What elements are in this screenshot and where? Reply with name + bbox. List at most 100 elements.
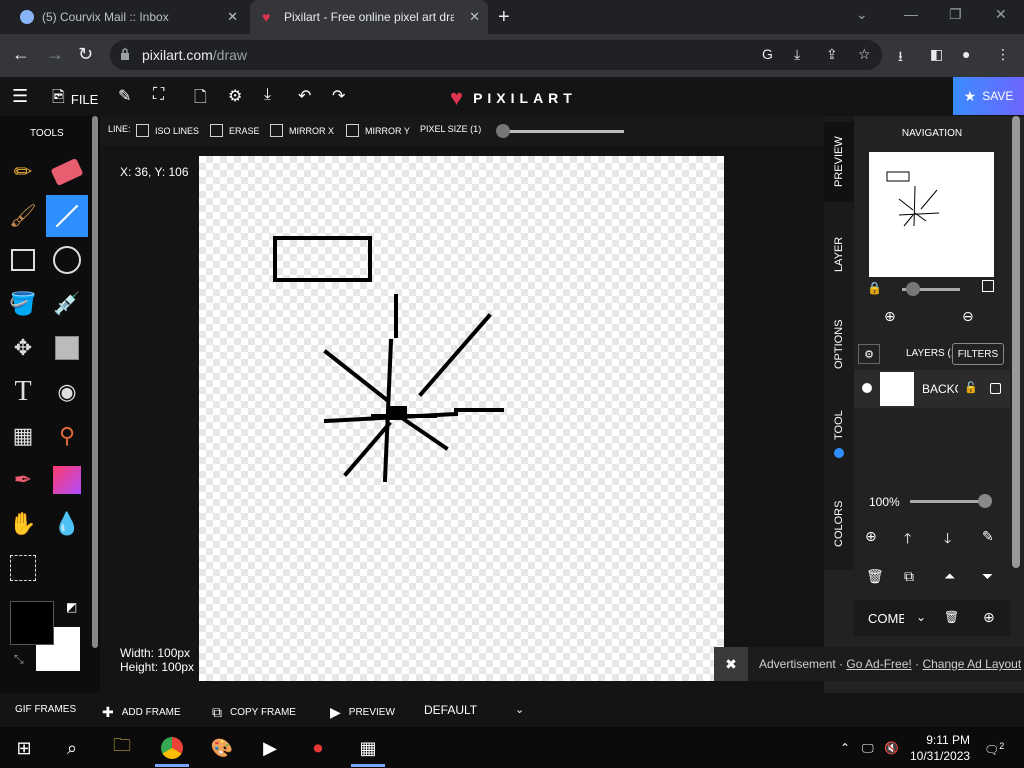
gradient-tool-icon[interactable]: [46, 459, 88, 501]
tray-chevron-up-icon[interactable]: ⌃: [840, 741, 850, 755]
side-panel-icon[interactable]: ◧: [930, 46, 943, 63]
record-icon[interactable]: ⏺: [304, 734, 332, 762]
new-document-icon[interactable]: 🗋: [194, 86, 207, 113]
pattern-tool-icon[interactable]: ▦: [2, 415, 44, 457]
move-tool-icon[interactable]: ✥: [2, 327, 44, 369]
tab-courvix-mail[interactable]: (5) Courvix Mail :: Inbox ✕: [8, 0, 246, 34]
layer-settings-gear-icon[interactable]: ⚙: [858, 344, 880, 364]
reload-icon[interactable]: ↻: [78, 44, 93, 65]
zoom-slider[interactable]: [902, 282, 960, 296]
brush-tool-icon[interactable]: 🖌: [2, 195, 44, 237]
navigation-preview[interactable]: [869, 152, 994, 277]
swap-colors-icon[interactable]: ⤡: [14, 652, 24, 667]
notifications-icon[interactable]: 🗨2: [984, 741, 1004, 757]
fill-bucket-tool-icon[interactable]: 🪣: [2, 283, 44, 325]
gif-frames-button[interactable]: GIF FRAMES: [15, 704, 76, 715]
preview-frames-button[interactable]: ▶ PREVIEW: [330, 704, 395, 721]
fit-screen-icon[interactable]: [982, 280, 994, 292]
install-app-icon[interactable]: ⤓: [794, 46, 800, 63]
close-ad-icon[interactable]: ✖: [714, 647, 748, 681]
hand-pan-tool-icon[interactable]: ✋: [2, 503, 44, 545]
circle-tool-icon[interactable]: [46, 239, 88, 281]
erase-option[interactable]: ERASE: [210, 124, 260, 137]
volume-muted-icon[interactable]: 🔇: [884, 741, 899, 755]
zoom-in-icon[interactable]: ⊕: [884, 308, 896, 325]
animation-speed-select[interactable]: DEFAULT: [424, 703, 477, 717]
grid-app-icon[interactable]: ▦: [354, 734, 382, 762]
download-icon[interactable]: ⤓: [264, 86, 271, 104]
taskbar-clock[interactable]: 9:11 PM 10/31/2023: [910, 732, 970, 764]
blur-drop-tool-icon[interactable]: 💧: [46, 503, 88, 545]
lock-navigation-icon[interactable]: 🔒: [867, 281, 882, 295]
bookmark-star-icon[interactable]: ☆: [858, 46, 871, 63]
eraser-tool-icon[interactable]: [46, 151, 88, 193]
add-frame-button[interactable]: ✚ ADD FRAME: [102, 704, 181, 721]
layer-name[interactable]: BACKGROUND: [922, 382, 958, 396]
settings-gear-icon[interactable]: ⚙: [228, 86, 242, 106]
back-arrow-icon[interactable]: ←: [12, 44, 30, 65]
tools-scrollbar[interactable]: [92, 116, 98, 648]
reset-colors-icon[interactable]: ◩: [66, 600, 77, 614]
redo-icon[interactable]: ↷: [332, 86, 345, 106]
search-icon[interactable]: ⌕: [58, 734, 86, 762]
drawing-canvas[interactable]: [199, 156, 724, 681]
tab-colors[interactable]: COLORS: [824, 484, 854, 564]
pixilart-logo[interactable]: ♥ PIXILART: [450, 85, 577, 111]
duplicate-layer-icon[interactable]: ⧉: [904, 568, 914, 585]
color-picker-tool-icon[interactable]: 💉: [46, 283, 88, 325]
delete-layer-icon[interactable]: 🗑: [866, 568, 884, 585]
primary-color-swatch[interactable]: [10, 601, 54, 645]
mirror-x-checkbox[interactable]: [270, 124, 283, 137]
downloads-icon[interactable]: ⭳: [898, 46, 903, 70]
mirror-x-option[interactable]: MIRROR X: [270, 124, 334, 137]
iso-lines-checkbox[interactable]: [136, 124, 149, 137]
pencil-tool-icon[interactable]: ✏: [2, 151, 44, 193]
google-icon[interactable]: G: [762, 46, 773, 62]
zoom-slider-knob[interactable]: [906, 282, 920, 296]
tab-options[interactable]: OPTIONS: [824, 304, 854, 384]
close-tab-icon[interactable]: ✕: [227, 9, 238, 25]
tab-search-chevron-icon[interactable]: ⌄: [856, 6, 868, 23]
chrome-icon[interactable]: [158, 734, 186, 762]
combine-delete-icon[interactable]: 🗑: [944, 610, 959, 624]
opacity-slider[interactable]: [910, 494, 992, 508]
close-tab-icon[interactable]: ✕: [469, 9, 480, 25]
add-layer-icon[interactable]: ⊕: [865, 528, 877, 545]
selection-tool-icon[interactable]: [46, 327, 88, 369]
filters-button[interactable]: FILTERS: [952, 343, 1004, 365]
marquee-select-tool-icon[interactable]: [2, 547, 44, 589]
opacity-slider-knob[interactable]: [978, 494, 992, 508]
dither-tool-icon[interactable]: ◉: [46, 371, 88, 413]
browser-menu-icon[interactable]: ⋮: [996, 46, 1010, 63]
hamburger-menu-icon[interactable]: ☰: [12, 86, 28, 107]
minimize-icon[interactable]: —: [904, 6, 918, 22]
pixel-size-slider-knob[interactable]: [496, 124, 510, 138]
zoom-out-icon[interactable]: ⊖: [962, 308, 974, 325]
forward-arrow-icon[interactable]: →: [46, 44, 64, 65]
restore-icon[interactable]: ❐: [949, 6, 962, 23]
layer-lock-icon[interactable]: 🔓: [964, 381, 978, 394]
close-window-icon[interactable]: ✕: [995, 6, 1007, 23]
undo-icon[interactable]: ↶: [298, 86, 311, 106]
app-icon-paint[interactable]: 🎨: [208, 734, 236, 762]
right-panel-scrollbar[interactable]: [1012, 116, 1020, 568]
profile-icon[interactable]: ●: [962, 46, 970, 62]
pixel-size-slider[interactable]: [496, 124, 624, 138]
merge-down-icon[interactable]: ⏷: [982, 568, 993, 585]
tab-pixilart[interactable]: ♥ Pixilart - Free online pixel art dra ✕: [250, 0, 488, 34]
combine-add-icon[interactable]: ⊕: [983, 609, 995, 626]
shading-tool-icon[interactable]: ✒: [2, 459, 44, 501]
iso-lines-option[interactable]: ISO LINES: [136, 124, 199, 137]
combine-chevron-down-icon[interactable]: ⌄: [916, 610, 926, 624]
windows-start-icon[interactable]: ⊞: [10, 734, 38, 762]
move-layer-up-icon[interactable]: 🡑: [904, 528, 911, 552]
text-tool-icon[interactable]: T: [2, 371, 44, 413]
tab-tool[interactable]: TOOL: [824, 400, 854, 450]
new-tab-plus-icon[interactable]: +: [498, 6, 510, 29]
layer-select-checkbox[interactable]: [990, 383, 1001, 394]
file-button[interactable]: 🖻 FILE: [52, 86, 98, 113]
chevron-down-icon[interactable]: ⌄: [515, 703, 524, 716]
mirror-y-checkbox[interactable]: [346, 124, 359, 137]
copy-frame-button[interactable]: ⧉ COPY FRAME: [212, 704, 296, 721]
share-icon[interactable]: ⇪: [826, 46, 838, 63]
